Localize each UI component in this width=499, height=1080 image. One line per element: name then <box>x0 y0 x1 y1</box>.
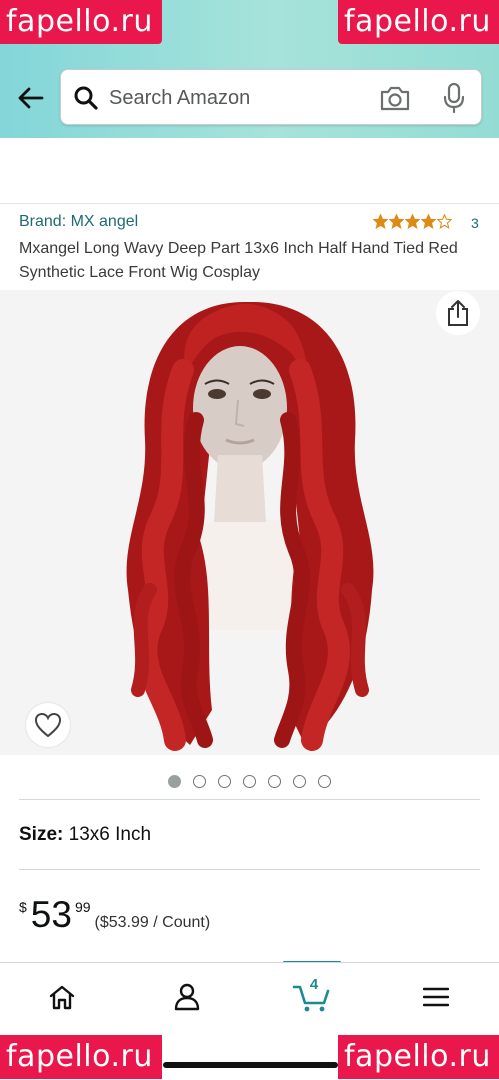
wishlist-button[interactable] <box>26 703 70 747</box>
watermark: fapello.ru <box>338 1035 499 1079</box>
price-fraction: 99 <box>74 899 91 915</box>
share-button[interactable] <box>436 291 480 335</box>
price-currency: $ <box>19 899 27 915</box>
cart-count: 4 <box>309 976 319 993</box>
rating-count[interactable]: 3 <box>471 215 479 231</box>
nav-home[interactable] <box>42 979 82 1015</box>
search-bar[interactable] <box>60 69 482 125</box>
watermark: fapello.ru <box>338 0 499 44</box>
account-icon <box>174 983 200 1011</box>
size-row[interactable]: Size: 13x6 Inch <box>19 824 151 846</box>
home-icon <box>49 985 75 1010</box>
bottom-nav: 4 <box>0 962 499 1032</box>
brand-link[interactable]: Brand: MX angel <box>19 213 138 231</box>
carousel-dot[interactable] <box>318 775 331 788</box>
blank-banner <box>0 138 499 204</box>
watermark: fapello.ru <box>0 1035 162 1079</box>
price: $ 53 99 ($53.99 / Count) <box>19 895 210 941</box>
star-icon <box>421 214 436 229</box>
price-whole: 53 <box>30 894 72 935</box>
star-icon <box>405 214 420 229</box>
carousel-dot[interactable] <box>293 775 306 788</box>
search-input[interactable] <box>109 84 359 112</box>
back-arrow-icon <box>18 87 44 109</box>
watermark: fapello.ru <box>0 0 162 44</box>
share-icon <box>448 300 468 326</box>
carousel-dot[interactable] <box>268 775 281 788</box>
home-indicator <box>163 1062 338 1068</box>
size-label: Size: <box>19 824 64 845</box>
product-image-carousel[interactable] <box>0 290 499 755</box>
camera-icon[interactable] <box>379 84 411 112</box>
price-per-unit: ($53.99 / Count) <box>94 914 211 931</box>
star-icon <box>373 214 388 229</box>
product-page: ◠ ◡ ▪▪▪ Brand: MX angel 3 <box>0 0 499 1080</box>
carousel-dot[interactable] <box>218 775 231 788</box>
nav-account[interactable] <box>167 979 207 1015</box>
search-icon <box>74 86 98 110</box>
heart-icon <box>34 712 62 738</box>
nav-menu[interactable] <box>416 979 456 1015</box>
carousel-dots <box>168 775 331 788</box>
divider <box>19 869 480 870</box>
carousel-dot[interactable] <box>168 775 181 788</box>
carousel-dot[interactable] <box>193 775 206 788</box>
star-icon <box>437 214 452 229</box>
nav-cart[interactable]: 4 <box>292 976 332 1015</box>
back-button[interactable] <box>12 80 48 116</box>
menu-icon <box>423 987 449 1007</box>
product-title: Mxangel Long Wavy Deep Part 13x6 Inch Ha… <box>19 240 458 281</box>
carousel-dot[interactable] <box>243 775 256 788</box>
star-rating[interactable] <box>373 214 452 229</box>
size-value: 13x6 Inch <box>68 824 152 845</box>
star-icon <box>389 214 404 229</box>
product-image <box>126 301 374 751</box>
divider <box>19 799 480 800</box>
microphone-icon[interactable] <box>441 82 467 114</box>
